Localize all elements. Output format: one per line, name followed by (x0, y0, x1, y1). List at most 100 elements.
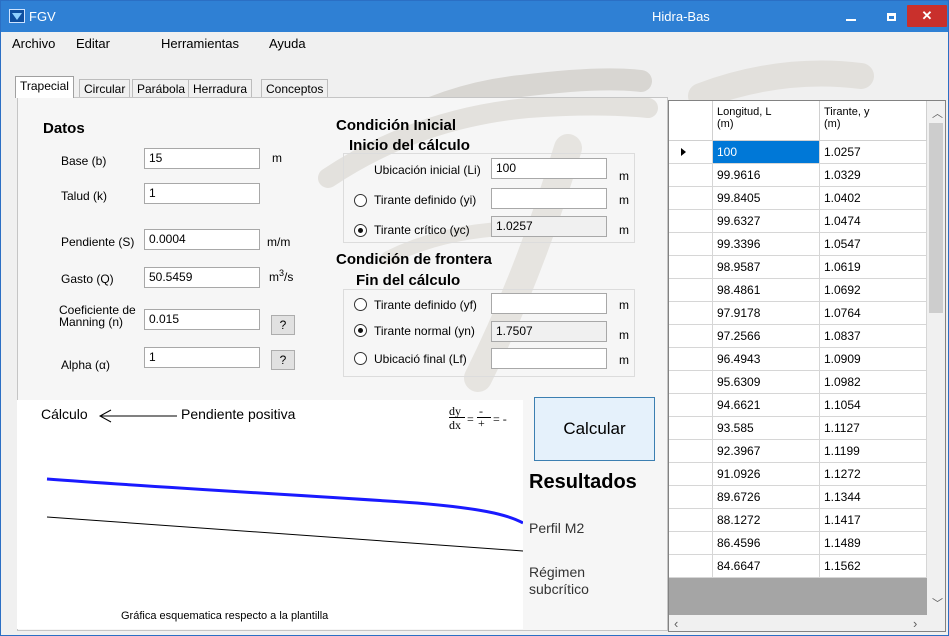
cell-tirante[interactable]: 1.0837 (820, 325, 927, 348)
row-header[interactable] (669, 141, 713, 164)
tab-circular[interactable]: Circular (79, 79, 131, 98)
row-header[interactable] (669, 210, 713, 233)
cell-longitud[interactable]: 88.1272 (713, 509, 820, 532)
cell-longitud[interactable]: 99.9616 (713, 164, 820, 187)
table-row[interactable]: 94.6621 1.1054 (669, 394, 927, 417)
row-header[interactable] (669, 555, 713, 578)
tirante-definido-yi-input[interactable] (491, 188, 607, 209)
cell-tirante[interactable]: 1.1344 (820, 486, 927, 509)
table-row[interactable]: 98.4861 1.0692 (669, 279, 927, 302)
scroll-up-icon[interactable]: ︿ (932, 105, 943, 121)
scroll-right-icon[interactable]: › (913, 616, 917, 631)
table-row[interactable]: 97.2566 1.0837 (669, 325, 927, 348)
cell-longitud[interactable]: 98.4861 (713, 279, 820, 302)
table-row[interactable]: 88.1272 1.1417 (669, 509, 927, 532)
cell-longitud[interactable]: 86.4596 (713, 532, 820, 555)
menu-ayuda[interactable]: Ayuda (269, 36, 306, 51)
cell-tirante[interactable]: 1.0692 (820, 279, 927, 302)
cell-longitud[interactable]: 92.3967 (713, 440, 820, 463)
cell-tirante[interactable]: 1.1489 (820, 532, 927, 555)
table-row[interactable]: 99.6327 1.0474 (669, 210, 927, 233)
cell-longitud[interactable]: 99.3396 (713, 233, 820, 256)
table-row[interactable]: 92.3967 1.1199 (669, 440, 927, 463)
cell-tirante[interactable]: 1.1199 (820, 440, 927, 463)
table-row[interactable]: 86.4596 1.1489 (669, 532, 927, 555)
cell-longitud[interactable]: 98.9587 (713, 256, 820, 279)
cell-longitud[interactable]: 97.9178 (713, 302, 820, 325)
vertical-scrollbar[interactable]: ︿ ﹀ (927, 101, 945, 615)
table-row[interactable]: 95.6309 1.0982 (669, 371, 927, 394)
row-header[interactable] (669, 486, 713, 509)
cell-longitud[interactable]: 94.6621 (713, 394, 820, 417)
row-header[interactable] (669, 233, 713, 256)
row-header[interactable] (669, 509, 713, 532)
pendiente-input[interactable]: 0.0004 (144, 229, 260, 250)
row-header[interactable] (669, 325, 713, 348)
horizontal-scrollbar[interactable]: ‹ › (669, 615, 927, 631)
row-header[interactable] (669, 463, 713, 486)
tirante-normal-radio[interactable] (354, 324, 367, 337)
cell-longitud[interactable]: 99.6327 (713, 210, 820, 233)
scroll-left-icon[interactable]: ‹ (674, 616, 678, 631)
row-header[interactable] (669, 187, 713, 210)
row-header[interactable] (669, 440, 713, 463)
table-row[interactable]: 84.6647 1.1562 (669, 555, 927, 578)
table-row[interactable]: 100 1.0257 (669, 141, 927, 164)
cell-longitud[interactable]: 91.0926 (713, 463, 820, 486)
table-row[interactable]: 93.585 1.1127 (669, 417, 927, 440)
alpha-help-button[interactable]: ? (271, 350, 295, 370)
talud-input[interactable]: 1 (144, 183, 260, 204)
tab-parabola[interactable]: Parábola (132, 79, 191, 98)
row-header[interactable] (669, 256, 713, 279)
ubicacion-final-radio[interactable] (354, 352, 367, 365)
cell-tirante[interactable]: 1.0619 (820, 256, 927, 279)
tirante-critico-radio[interactable] (354, 224, 367, 237)
row-header[interactable] (669, 417, 713, 440)
column-header-longitud[interactable]: Longitud, L (m) (713, 101, 820, 141)
cell-longitud[interactable]: 100 (713, 141, 820, 164)
ubicacion-inicial-input[interactable]: 100 (491, 158, 607, 179)
cell-tirante[interactable]: 1.0474 (820, 210, 927, 233)
cell-longitud[interactable]: 97.2566 (713, 325, 820, 348)
menu-editar[interactable]: Editar (76, 36, 110, 51)
row-header[interactable] (669, 371, 713, 394)
row-header[interactable] (669, 302, 713, 325)
cell-tirante[interactable]: 1.0547 (820, 233, 927, 256)
cell-longitud[interactable]: 89.6726 (713, 486, 820, 509)
row-header[interactable] (669, 279, 713, 302)
close-button[interactable]: ✕ (907, 5, 947, 27)
cell-tirante[interactable]: 1.0329 (820, 164, 927, 187)
row-header[interactable] (669, 394, 713, 417)
cell-longitud[interactable]: 95.6309 (713, 371, 820, 394)
minimize-button[interactable] (831, 1, 871, 32)
cell-longitud[interactable]: 84.6647 (713, 555, 820, 578)
calcular-button[interactable]: Calcular (534, 397, 655, 461)
column-header-tirante[interactable]: Tirante, y (m) (820, 101, 927, 141)
tab-herradura[interactable]: Herradura (188, 79, 253, 98)
manning-input[interactable]: 0.015 (144, 309, 260, 330)
base-input[interactable]: 15 (144, 148, 260, 169)
menu-archivo[interactable]: Archivo (12, 36, 55, 51)
cell-tirante[interactable]: 1.1562 (820, 555, 927, 578)
tab-trapecial[interactable]: Trapecial (15, 76, 74, 98)
row-header[interactable] (669, 164, 713, 187)
table-row[interactable]: 99.3396 1.0547 (669, 233, 927, 256)
cell-tirante[interactable]: 1.0257 (820, 141, 927, 164)
table-row[interactable]: 89.6726 1.1344 (669, 486, 927, 509)
cell-longitud[interactable]: 93.585 (713, 417, 820, 440)
ubicacion-final-input[interactable] (491, 348, 607, 369)
tirante-definido-yf-radio[interactable] (354, 298, 367, 311)
cell-tirante[interactable]: 1.0402 (820, 187, 927, 210)
scroll-down-icon[interactable]: ﹀ (932, 595, 943, 611)
table-row[interactable]: 99.9616 1.0329 (669, 164, 927, 187)
cell-tirante[interactable]: 1.0764 (820, 302, 927, 325)
cell-tirante[interactable]: 1.1127 (820, 417, 927, 440)
cell-tirante[interactable]: 1.1054 (820, 394, 927, 417)
cell-longitud[interactable]: 96.4943 (713, 348, 820, 371)
cell-tirante[interactable]: 1.0982 (820, 371, 927, 394)
table-row[interactable]: 98.9587 1.0619 (669, 256, 927, 279)
cell-longitud[interactable]: 99.8405 (713, 187, 820, 210)
maximize-button[interactable] (871, 1, 911, 32)
cell-tirante[interactable]: 1.1272 (820, 463, 927, 486)
row-header[interactable] (669, 348, 713, 371)
